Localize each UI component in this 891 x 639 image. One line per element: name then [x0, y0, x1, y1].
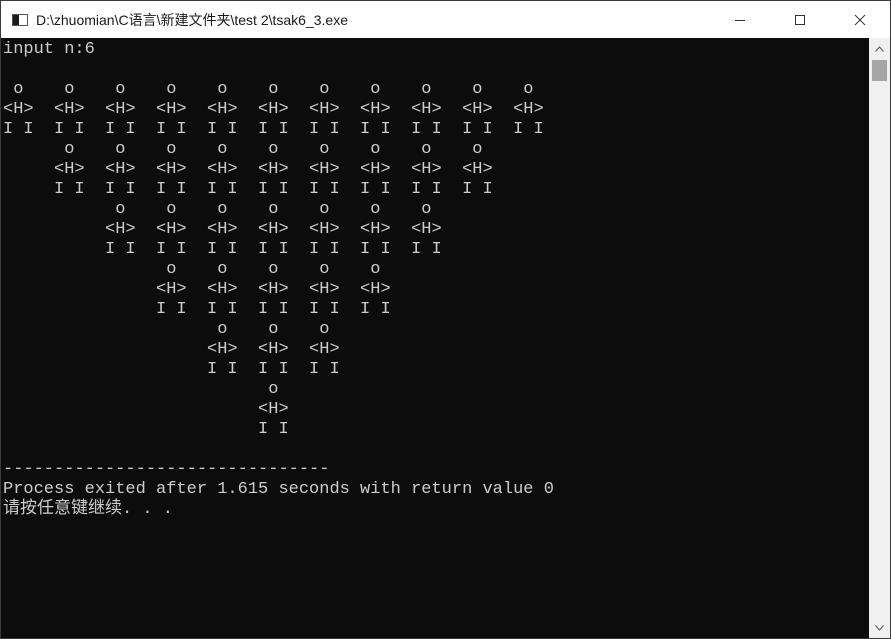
console-window: D:\zhuomian\C语言\新建文件夹\test 2\tsak6_3.exe — [0, 0, 891, 639]
console-line: I I I I I I I I I I — [3, 300, 391, 319]
console-output: input n:6 o o o o o o o o o o o <H> <H> … — [1, 38, 869, 520]
scroll-down-button[interactable] — [869, 619, 890, 636]
console-line: o o o — [3, 320, 330, 339]
title-bar[interactable]: D:\zhuomian\C语言\新建文件夹\test 2\tsak6_3.exe — [1, 1, 890, 38]
console-app-icon — [12, 13, 28, 26]
console-line: o o o o o — [3, 260, 381, 279]
chevron-down-icon — [875, 624, 884, 631]
close-button[interactable] — [830, 1, 890, 38]
chevron-up-icon — [875, 45, 884, 52]
console-line: input n:6 — [3, 40, 95, 59]
minimize-icon — [735, 19, 745, 21]
console-line: I I I I I I — [3, 360, 340, 379]
console-line: 请按任意键继续. . . — [3, 500, 174, 519]
console-line: <H> <H> <H> <H> <H> <H> <H> <H> <H> <H> … — [3, 100, 544, 119]
console-line: Process exited after 1.615 seconds with … — [3, 480, 554, 499]
console-line: <H> <H> <H> — [3, 340, 340, 359]
minimize-button[interactable] — [710, 1, 770, 38]
console-line: <H> <H> <H> <H> <H> <H> <H> <H> <H> — [3, 160, 493, 179]
console-line: I I I I I I I I I I I I I I — [3, 240, 442, 259]
console-line: I I I I I I I I I I I I I I I I I I — [3, 180, 493, 199]
scroll-up-button[interactable] — [869, 40, 890, 57]
console-line: I I I I I I I I I I I I I I I I I I I I … — [3, 120, 544, 139]
console-line: o o o o o o o o o — [3, 140, 483, 159]
console-line: <H> <H> <H> <H> <H> — [3, 280, 391, 299]
console-line: o — [3, 380, 279, 399]
console-line: I I — [3, 420, 289, 439]
maximize-button[interactable] — [770, 1, 830, 38]
scroll-thumb[interactable] — [872, 60, 887, 81]
console-output-area[interactable]: input n:6 o o o o o o o o o o o <H> <H> … — [1, 38, 869, 638]
console-line: <H> <H> <H> <H> <H> <H> <H> — [3, 220, 442, 239]
console-line: -------------------------------- — [3, 460, 330, 479]
console-line: <H> — [3, 400, 289, 419]
console-line: o o o o o o o o o o o — [3, 80, 534, 99]
window-title: D:\zhuomian\C语言\新建文件夹\test 2\tsak6_3.exe — [36, 11, 348, 28]
console-line: o o o o o o o — [3, 200, 432, 219]
window-controls — [710, 1, 890, 38]
close-icon — [854, 14, 866, 25]
maximize-icon — [795, 14, 805, 25]
vertical-scrollbar[interactable] — [869, 38, 890, 638]
